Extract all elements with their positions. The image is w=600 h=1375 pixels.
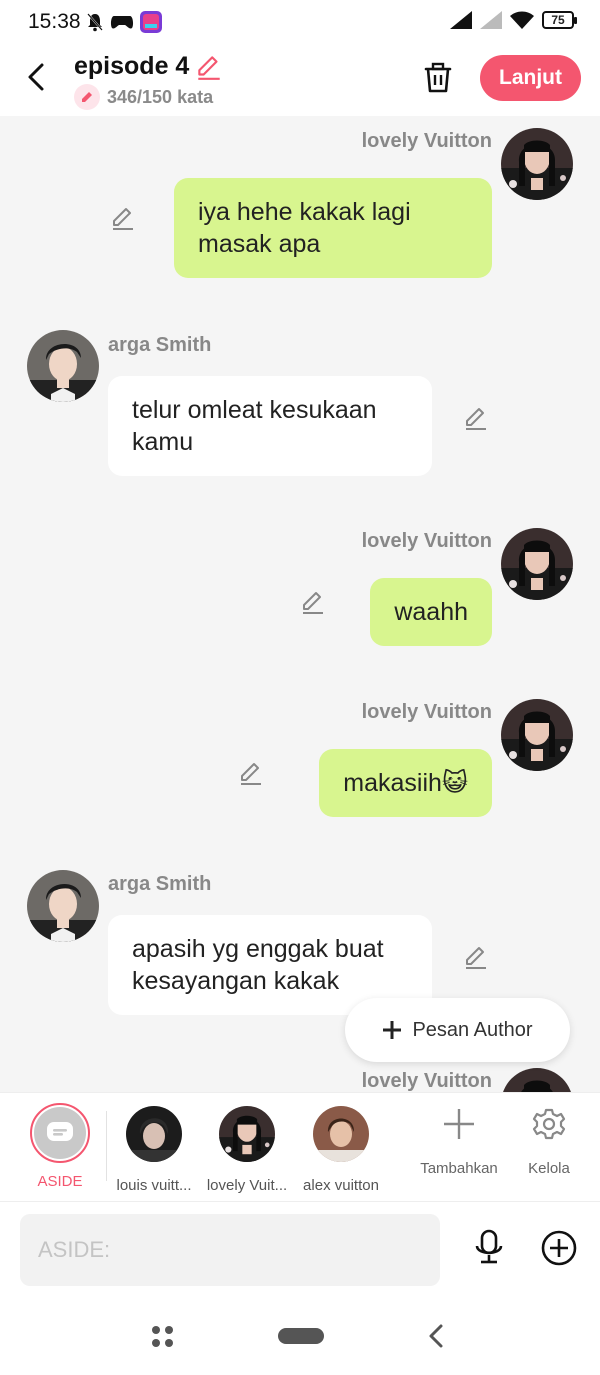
character-louis[interactable]: louis vuitt... [109,1103,199,1194]
episode-title: episode 4 [74,52,190,80]
pencil-icon [74,84,100,110]
sender-name: arga Smith [108,873,212,895]
avatar [219,1106,275,1162]
edit-message-icon[interactable] [462,943,490,971]
editor-header: episode 4 346/150 kata Lanjut [0,44,600,116]
mute-bell-icon [87,13,103,32]
nav-back-icon[interactable] [426,1323,446,1349]
add-character-button[interactable]: Tambahkan [409,1107,509,1177]
character-name: louis vuitt... [116,1177,192,1194]
message-bubble[interactable]: iya hehe kakak lagi masak apa [174,178,492,278]
gear-icon [532,1108,566,1140]
manage-characters-label: Kelola [528,1160,570,1177]
avatar-lovely-vuitton[interactable] [501,528,573,600]
add-attachment-icon[interactable] [540,1229,578,1267]
aside-avatar [30,1103,90,1163]
status-system-icons: 75 [450,11,577,29]
character-lovely[interactable]: lovely Vuit... [202,1103,292,1194]
character-name: lovely Vuit... [206,1177,288,1194]
avatar-arga-smith[interactable] [27,870,99,942]
avatar [126,1106,182,1162]
edit-message-icon[interactable] [237,759,265,787]
back-arrow-icon[interactable] [22,60,56,94]
sender-name: lovely Vuitton [361,530,492,552]
status-notification-icons [86,11,162,33]
plus-icon [383,1021,402,1039]
sender-name: lovely Vuitton [361,1070,492,1092]
wifi-icon [510,11,534,29]
aside-label: ASIDE [37,1173,83,1190]
edit-message-icon[interactable] [299,588,327,616]
status-bar: 15:38 75 [0,0,600,44]
author-message-label: Pesan Author [412,1018,533,1041]
sender-name: arga Smith [108,334,212,356]
edit-title-icon[interactable] [194,52,224,82]
sender-name: lovely Vuitton [361,130,492,152]
add-character-label: Tambahkan [420,1160,498,1177]
word-count: 346/150 kata [107,86,214,107]
avatar-lovely-vuitton[interactable] [501,1068,573,1092]
sender-name: lovely Vuitton [361,701,492,723]
edit-message-icon[interactable] [462,404,490,432]
edit-message-icon[interactable] [109,204,137,232]
gamepad-icon [110,16,134,29]
avatar-lovely-vuitton[interactable] [501,699,573,771]
message-bubble[interactable]: telur omleat kesukaan kamu [108,376,432,476]
word-count-row: 346/150 kata [74,84,213,110]
avatar-lovely-vuitton[interactable] [501,128,573,200]
status-time: 15:38 [28,10,81,33]
chat-bubble-icon [47,1122,73,1141]
recent-apps-icon[interactable] [151,1325,175,1349]
chat-area[interactable]: lovely Vuitton iya hehe kakak lagi masak… [0,116,600,1092]
divider [106,1111,107,1181]
character-bar: ASIDE louis vuitt... lovely Vuit... alex… [0,1092,600,1202]
avatar [313,1106,369,1162]
battery-icon: 75 [542,11,577,29]
character-alex[interactable]: alex vuitton [296,1103,386,1194]
next-button[interactable]: Lanjut [480,55,581,101]
manage-characters-button[interactable]: Kelola [499,1107,599,1177]
aside-input[interactable] [20,1214,440,1286]
avatar-arga-smith[interactable] [27,330,99,402]
app-notification-icon [140,11,162,33]
author-message-button[interactable]: Pesan Author [345,998,570,1062]
system-navigation-bar [0,1300,600,1375]
signal-weak-icon [480,11,502,29]
character-aside[interactable]: ASIDE [15,1103,105,1190]
message-bubble[interactable]: waahh [370,578,492,646]
microphone-icon[interactable] [470,1228,508,1266]
home-button[interactable] [278,1328,324,1344]
signal-icon [450,11,472,29]
trash-icon[interactable] [420,60,456,96]
plus-icon [444,1109,474,1139]
composer [0,1202,600,1300]
message-bubble[interactable]: makasiih😺 [319,749,492,817]
character-name: alex vuitton [303,1177,379,1194]
